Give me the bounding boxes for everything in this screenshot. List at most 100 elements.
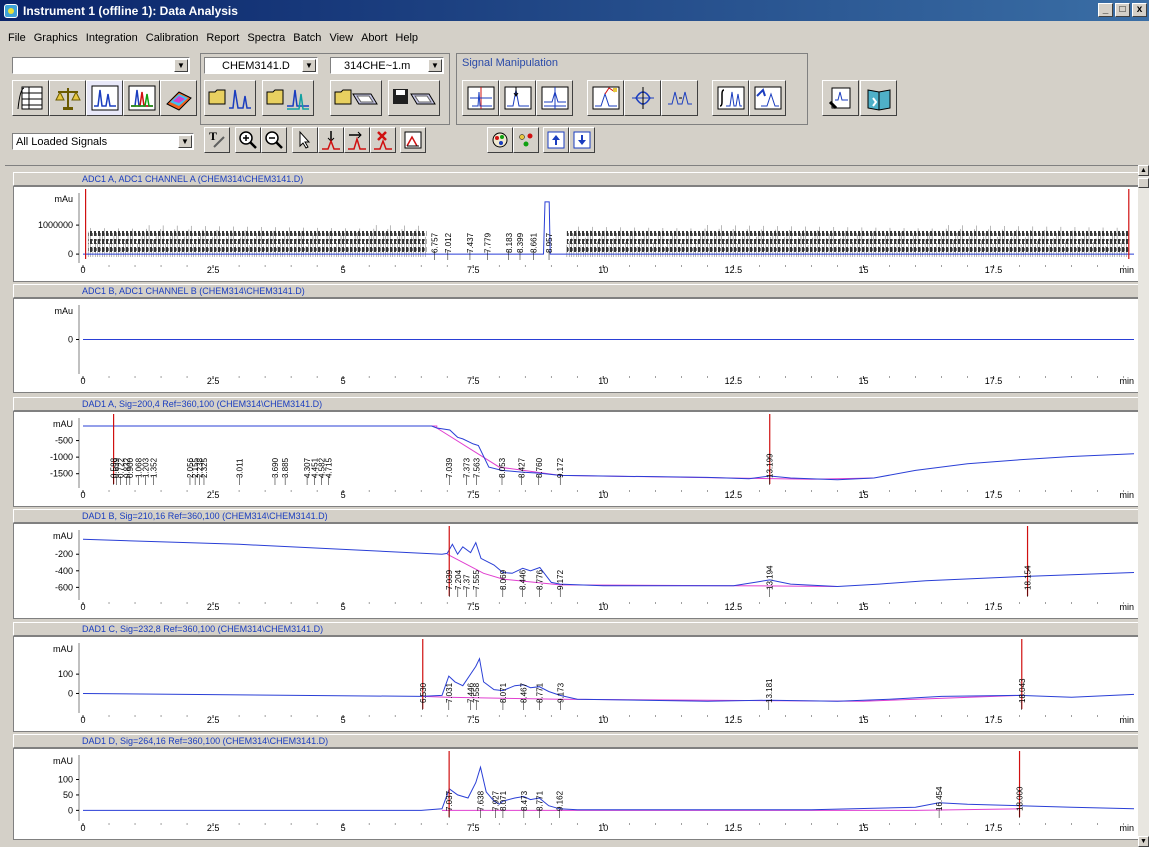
menu-calibration[interactable]: Calibration [146,32,199,48]
zoom-out-button[interactable] [261,127,287,153]
chromatogram-plot[interactable]: 0 2.5 5 7.5 10 12.5 15 17.5 min mAu 1000000 0 6.757 7… [13,186,1139,282]
overlay-chromatograms-button[interactable] [123,80,160,116]
signal-panel-dad1d[interactable]: DAD1 D, Sig=264,16 Ref=360,100 (CHEM314\… [13,734,1139,842]
noise-text-band [88,247,427,252]
scroll-thumb[interactable] [1138,178,1149,188]
signal-combo[interactable]: All Loaded Signals ▼ [12,133,194,150]
vertical-scrollbar[interactable]: ▲ ▼ [1138,165,1149,847]
chromatogram-plot[interactable]: 0 2.5 5 7.5 10 12.5 15 17.5 min mAU -200 -400 -600 7.… [13,523,1139,619]
y-tick-label: mAU [53,531,73,541]
menu-file[interactable]: File [8,32,26,48]
open-folder-multi-chromatogram-icon [266,89,309,110]
y-tick-label: 0 [68,335,73,345]
peak-purity-button[interactable] [499,80,536,116]
color-scheme-button[interactable] [487,127,513,153]
save-method-button[interactable] [388,80,440,116]
signal-area: ADC1 A, ADC1 CHANNEL A (CHEM314\CHEM3141… [5,165,1139,847]
menu-report[interactable]: Report [206,32,239,48]
chevron-down-icon[interactable]: ▼ [428,59,442,72]
subtract-signal-button[interactable] [462,80,499,116]
scroll-down-icon[interactable]: ▼ [1138,836,1149,847]
chevron-down-icon[interactable]: ▼ [178,135,192,148]
peak-label: 8.071 [499,790,508,811]
y-tick-label: mAu [54,194,73,204]
previous-signal-button[interactable] [543,127,569,153]
signal-trace [83,765,1135,811]
signal-panel-dad1a[interactable]: DAD1 A, Sig=200,4 Ref=360,100 (CHEM314\C… [13,397,1139,509]
peak-label: 7.012 [444,232,453,253]
signal-panel-title[interactable]: DAD1 B, Sig=210,16 Ref=360,100 (CHEM314\… [13,509,1139,523]
minimize-button[interactable]: _ [1098,3,1113,17]
chromatogram-plot[interactable]: 0 2.5 5 7.5 10 12.5 15 17.5 min mAU 100 0 6.530 7.031… [13,636,1139,732]
peak-drop-icon [322,131,340,150]
single-chromatogram-button[interactable] [86,80,123,116]
signal-panel-title[interactable]: DAD1 D, Sig=264,16 Ref=360,100 (CHEM314\… [13,734,1139,748]
calibration-button[interactable] [49,80,86,116]
x-unit-label: min [1119,265,1134,275]
signal-panel-dad1b[interactable]: DAD1 B, Sig=210,16 Ref=360,100 (CHEM314\… [13,509,1139,621]
peak-label: 7.37 [463,574,472,590]
load-signal-button[interactable] [204,80,256,116]
signal-panel-adc1a[interactable]: ADC1 A, ADC1 CHANNEL A (CHEM314\CHEM3141… [13,172,1139,284]
file-combo[interactable]: CHEM3141.D ▼ [204,57,318,74]
chevron-down-icon[interactable]: ▼ [302,59,316,72]
annotate-button[interactable]: T [204,127,230,153]
load-multiple-signals-button[interactable] [262,80,314,116]
delete-peak-button[interactable] [370,127,396,153]
signal-panel-title[interactable]: DAD1 C, Sig=232,8 Ref=360,100 (CHEM314\C… [13,622,1139,636]
menu-abort[interactable]: Abort [361,32,387,48]
signal-panel-title[interactable]: ADC1 B, ADC1 CHANNEL B (CHEM314\CHEM3141… [13,284,1139,298]
manual-integration-button[interactable] [318,127,344,153]
open-folder-chromatogram-icon [208,89,251,109]
maximize-button[interactable]: □ [1115,3,1130,17]
y-tick-label: 50 [63,790,73,800]
baseline-correct-button[interactable] [536,80,573,116]
signal-panel-dad1c[interactable]: DAD1 C, Sig=232,8 Ref=360,100 (CHEM314\C… [13,622,1139,734]
menu-view[interactable]: View [329,32,353,48]
signal-panel-title[interactable]: DAD1 A, Sig=200,4 Ref=360,100 (CHEM314\C… [13,397,1139,411]
table-view-button[interactable] [12,80,49,116]
report-button[interactable] [822,80,859,116]
chevron-down-icon[interactable]: ▼ [174,59,188,72]
chromatogram-plot[interactable]: 0 2.5 5 7.5 10 12.5 15 17.5 min mAU -500 -1000 -1500… [13,411,1139,507]
y-tick-label: mAU [53,756,73,766]
peak-label: 3.011 [236,458,245,478]
load-method-button[interactable] [330,80,382,116]
signal-combo-value: All Loaded Signals [16,135,108,148]
noise-text-band [88,231,427,236]
smooth-signal-button[interactable] [661,80,698,116]
next-signal-button[interactable] [569,127,595,153]
view-combo[interactable]: ▼ [12,57,190,74]
spectra-button[interactable] [749,80,786,116]
menu-spectra[interactable]: Spectra [247,32,285,48]
menu-batch[interactable]: Batch [293,32,321,48]
peak-label: 4.715 [324,457,333,478]
method-combo[interactable]: 314CHE~1.m ▼ [330,57,444,74]
zoom-in-button[interactable] [235,127,261,153]
integrate-button[interactable] [712,80,749,116]
menu-integration[interactable]: Integration [86,32,138,48]
scroll-up-icon[interactable]: ▲ [1138,165,1149,176]
menu-graphics[interactable]: Graphics [34,32,78,48]
chromatogram-plot[interactable]: 0 2.5 5 7.5 10 12.5 15 17.5 min mAU 100 50 0 7.037 7.6… [13,748,1139,840]
noise-text-band [566,247,1129,252]
select-button[interactable] [292,127,318,153]
signal-trace [82,538,1135,588]
close-button[interactable]: x [1132,3,1147,17]
split-peak-button[interactable] [344,127,370,153]
method-info-button[interactable] [860,80,897,116]
invert-signal-button[interactable] [624,80,661,116]
chromatogram-svg: 0 2.5 5 7.5 10 12.5 15 17.5 minmAU100500 7.037 7.6… [53,751,1135,833]
peak-label: 7.204 [454,569,463,590]
peak-label: 8.473 [520,790,529,811]
baseline-tool-button[interactable] [400,127,426,153]
signal-panel-title[interactable]: ADC1 A, ADC1 CHANNEL A (CHEM314\CHEM3141… [13,172,1139,186]
peak-label: 7.779 [484,232,493,253]
color-dots-button[interactable] [513,127,539,153]
3d-view-button[interactable] [160,80,197,116]
menu-help[interactable]: Help [395,32,418,48]
palette-icon [492,132,508,148]
chromatogram-plot[interactable]: 0 2.5 5 7.5 10 12.5 15 17.5 min mAu 0 [13,298,1139,393]
signal-panel-adc1b[interactable]: ADC1 B, ADC1 CHANNEL B (CHEM314\CHEM3141… [13,284,1139,395]
derivative-button[interactable] [587,80,624,116]
